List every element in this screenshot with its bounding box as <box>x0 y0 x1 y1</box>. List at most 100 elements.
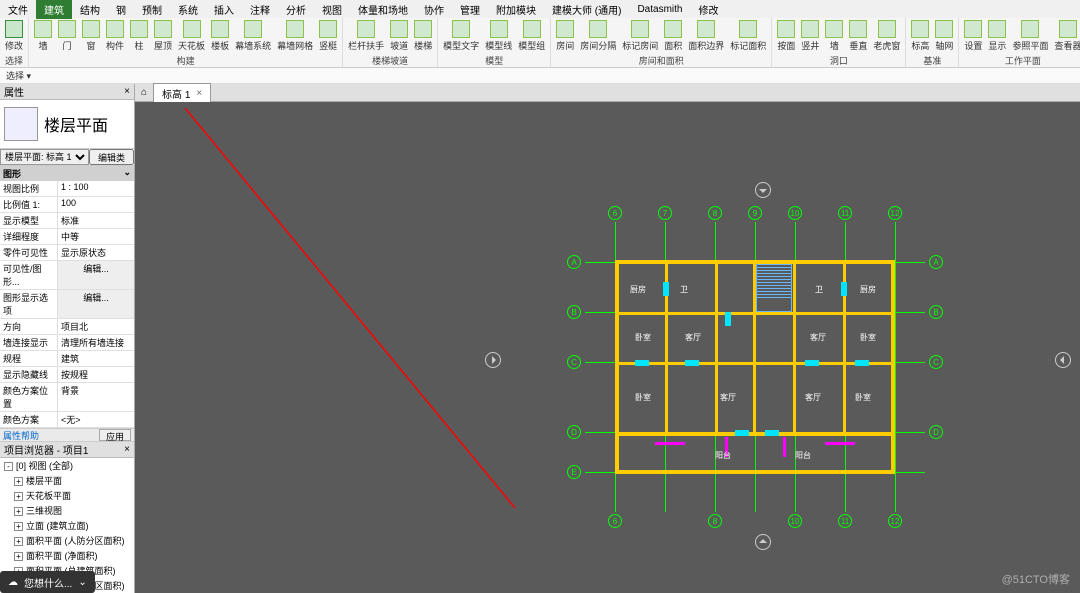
ribbon-button-查看器[interactable]: 查看器 <box>1051 19 1080 53</box>
grid-bubble[interactable]: A <box>567 255 581 269</box>
menu-arch[interactable]: 建筑 <box>36 0 72 19</box>
property-row[interactable]: 零件可见性显示原状态 <box>0 245 134 261</box>
ribbon-button-参照平面[interactable]: 参照平面 <box>1009 19 1051 53</box>
wall[interactable] <box>615 432 895 436</box>
apply-button[interactable]: 应用 <box>99 429 131 441</box>
ribbon-button-垂直[interactable]: 垂直 <box>846 19 870 53</box>
ribbon-button-幕墙网格[interactable]: 幕墙网格 <box>274 19 316 53</box>
expand-toggle[interactable]: + <box>14 537 23 546</box>
ribbon-button-模型文字[interactable]: 模型文字 <box>440 19 482 53</box>
expand-toggle[interactable]: + <box>14 552 23 561</box>
grid-bubble[interactable]: C <box>567 355 581 369</box>
room-tag[interactable]: 客厅 <box>720 392 736 403</box>
property-row[interactable]: 颜色方案位置背景 <box>0 383 134 412</box>
property-value[interactable]: 背景 <box>58 383 134 411</box>
menu-addins[interactable]: 附加模块 <box>488 0 544 19</box>
browser-header[interactable]: 项目浏览器 - 项目1 × <box>0 442 134 458</box>
expand-toggle[interactable]: + <box>14 522 23 531</box>
close-icon[interactable]: × <box>124 86 130 97</box>
property-value[interactable]: 编辑... <box>58 261 134 289</box>
wall[interactable] <box>617 312 893 315</box>
wall[interactable] <box>715 262 718 432</box>
door[interactable] <box>765 430 779 436</box>
room-tag[interactable]: 厨房 <box>860 284 876 295</box>
room-tag[interactable]: 厨房 <box>630 284 646 295</box>
tree-node[interactable]: +面积平面 (净面积) <box>0 548 134 563</box>
grid-bubble[interactable]: D <box>567 425 581 439</box>
menu-struct[interactable]: 结构 <box>72 0 108 19</box>
tree-node[interactable]: +天花板平面 <box>0 488 134 503</box>
menu-massing[interactable]: 体量和场地 <box>350 0 416 19</box>
room-tag[interactable]: 卧室 <box>635 332 651 343</box>
grid-bubble[interactable]: B <box>567 305 581 319</box>
room-tag[interactable]: 客厅 <box>685 332 701 343</box>
properties-header[interactable]: 属性 × <box>0 84 134 100</box>
ribbon-button-修改[interactable]: 修改 <box>2 19 26 53</box>
status-hint-button[interactable]: ☁ 您想什么... ⌄ <box>0 571 95 593</box>
room-tag[interactable]: 客厅 <box>805 392 821 403</box>
ribbon-button-老虎窗[interactable]: 老虎窗 <box>870 19 903 53</box>
ribbon-button-屋顶[interactable]: 屋顶 <box>151 19 175 53</box>
ribbon-button-柱[interactable]: 柱 <box>127 19 151 53</box>
ribbon-button-坡道[interactable]: 坡道 <box>387 19 411 53</box>
ribbon-button-竖梃[interactable]: 竖梃 <box>316 19 340 53</box>
ribbon-button-楼梯[interactable]: 楼梯 <box>411 19 435 53</box>
close-tab-icon[interactable]: × <box>196 88 202 99</box>
wall[interactable] <box>617 362 893 365</box>
fixture[interactable] <box>655 442 685 445</box>
property-row[interactable]: 显示模型标准 <box>0 213 134 229</box>
properties-help-link[interactable]: 属性帮助 <box>3 429 39 441</box>
room-tag[interactable]: 卧室 <box>855 392 871 403</box>
menu-annotate[interactable]: 注释 <box>242 0 278 19</box>
door[interactable] <box>635 360 649 366</box>
property-row[interactable]: 方向项目北 <box>0 319 134 335</box>
property-row[interactable]: 视图比例1 : 100 <box>0 181 134 197</box>
grid-bubble[interactable]: E <box>567 465 581 479</box>
wall[interactable] <box>793 262 796 432</box>
ribbon-button-标记面积[interactable]: 标记面积 <box>727 19 769 53</box>
elevation-marker-west[interactable] <box>485 352 501 368</box>
ribbon-button-按面[interactable]: 按面 <box>774 19 798 53</box>
grid-bubble[interactable]: B <box>929 305 943 319</box>
ribbon-button-房间[interactable]: 房间 <box>553 19 577 53</box>
instance-selector[interactable]: 楼层平面: 标高 1 <box>0 149 89 165</box>
menu-master[interactable]: 建模大师 (通用) <box>544 0 629 19</box>
menu-precast[interactable]: 预制 <box>134 0 170 19</box>
ribbon-button-房间分隔[interactable]: 房间分隔 <box>577 19 619 53</box>
menu-collab[interactable]: 协作 <box>416 0 452 19</box>
grid-bubble[interactable]: 10 <box>788 514 802 528</box>
property-row[interactable]: 墙连接显示清理所有墙连接 <box>0 335 134 351</box>
property-row[interactable]: 比例值 1:100 <box>0 197 134 213</box>
edit-type-button[interactable]: 编辑类型 <box>89 149 134 165</box>
property-value[interactable]: <无> <box>58 412 134 427</box>
close-icon[interactable]: × <box>124 444 130 455</box>
floor-plan[interactable]: 6 7 8 9 10 11 12 6 8 10 11 12 A B C D E <box>595 232 915 492</box>
menu-modify[interactable]: 修改 <box>690 0 726 19</box>
home-view-button[interactable]: ⌂ <box>135 87 153 98</box>
ribbon-button-面积[interactable]: 面积 <box>661 19 685 53</box>
grid-bubble[interactable]: 11 <box>838 206 852 220</box>
stair[interactable] <box>756 264 792 312</box>
fixture[interactable] <box>825 442 855 445</box>
menu-systems[interactable]: 系统 <box>170 0 206 19</box>
ribbon-button-窗[interactable]: 窗 <box>79 19 103 53</box>
ribbon-button-设置[interactable]: 设置 <box>961 19 985 53</box>
ribbon-button-标高[interactable]: 标高 <box>908 19 932 53</box>
grid-bubble[interactable]: 12 <box>888 514 902 528</box>
property-row[interactable]: 显示隐藏线按规程 <box>0 367 134 383</box>
tree-node[interactable]: +楼层平面 <box>0 473 134 488</box>
menu-manage[interactable]: 管理 <box>452 0 488 19</box>
menu-analyze[interactable]: 分析 <box>278 0 314 19</box>
room-tag[interactable]: 客厅 <box>810 332 826 343</box>
grid-bubble[interactable]: 12 <box>888 206 902 220</box>
expand-toggle[interactable]: + <box>14 492 23 501</box>
property-value[interactable]: 显示原状态 <box>58 245 134 260</box>
ribbon-button-门[interactable]: 门 <box>55 19 79 53</box>
property-value[interactable]: 编辑... <box>58 290 134 318</box>
ribbon-button-显示[interactable]: 显示 <box>985 19 1009 53</box>
elevation-marker-east[interactable] <box>1055 352 1071 368</box>
menu-file[interactable]: 文件 <box>0 0 36 19</box>
property-row[interactable]: 颜色方案<无> <box>0 412 134 428</box>
room-tag[interactable]: 阳台 <box>715 450 731 461</box>
ribbon-button-楼板[interactable]: 楼板 <box>208 19 232 53</box>
